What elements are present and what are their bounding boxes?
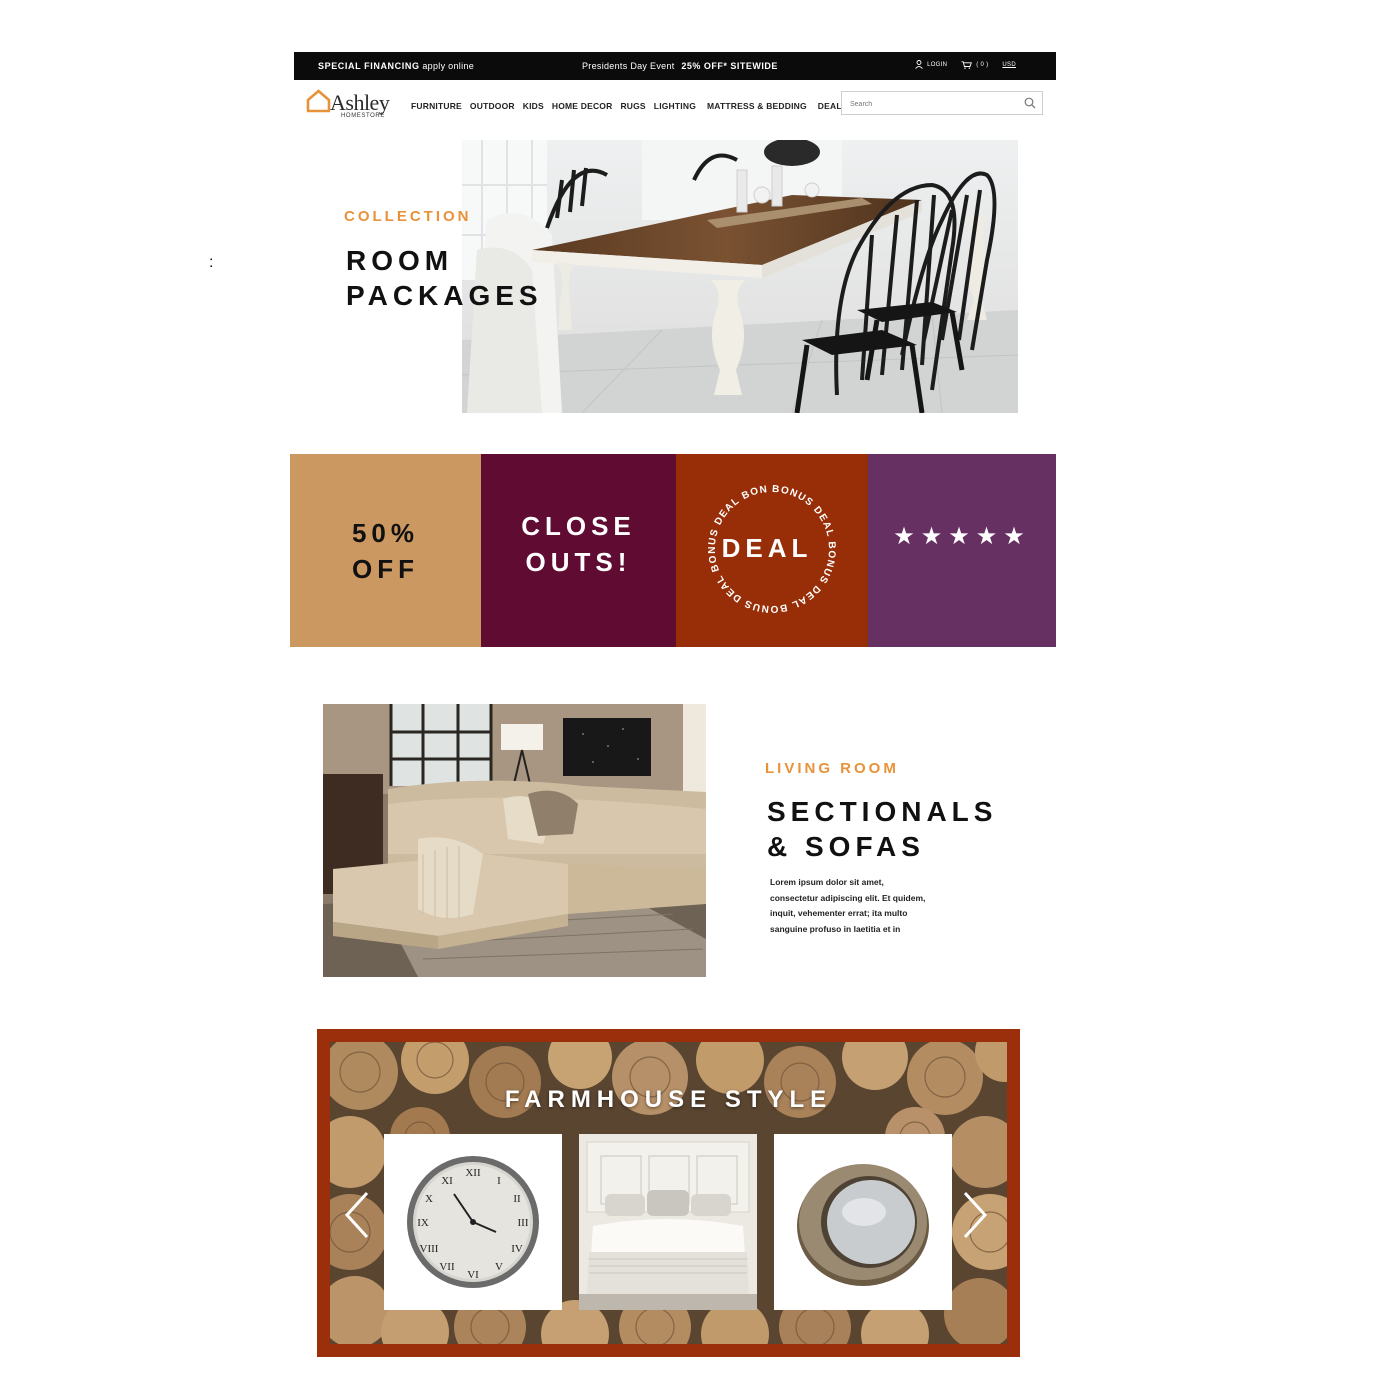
promo-bar: SPECIAL FINANCING apply online President… [294,52,1056,80]
hero-title-line2: PACKAGES [346,280,543,311]
dining-room-image[interactable] [462,140,1018,413]
bonus-deal-badge: BONUS DEAL BONUS DEAL BONUS DEAL BONUS D… [676,454,836,614]
user-icon [915,60,923,69]
svg-text:I: I [497,1175,501,1187]
nav-furniture[interactable]: FURNITURE [411,101,462,111]
login-link[interactable]: LOGIN [915,60,947,69]
carousel-next-icon[interactable] [960,1190,990,1240]
event-offer: 25% OFF* SITEWIDE [681,61,778,71]
living-title-line2: & SOFAS [767,831,925,862]
hero-title[interactable]: ROOM PACKAGES [346,243,543,313]
search-icon[interactable] [1024,97,1036,109]
farmhouse-carousel: FARMHOUSE STYLE XII VI III IX I II IV V VII VII… [317,1029,1020,1357]
hero-title-line1: ROOM [346,245,454,276]
hero-kicker: COLLECTION [344,208,472,225]
nav-mattress-bedding[interactable]: MATTRESS & BEDDING [707,101,807,111]
ashley-logo[interactable]: Ashley HOMESTORE [306,88,402,124]
nav-kids[interactable]: KIDS [523,101,544,111]
promo-closeouts[interactable]: CLOSE OUTS! [481,454,676,647]
svg-text:VIII: VIII [420,1243,439,1255]
promo-bonus-deal[interactable]: BONUS DEAL BONUS DEAL BONUS DEAL BONUS D… [676,454,868,647]
svg-text:XII: XII [465,1167,481,1179]
login-label: LOGIN [927,61,948,68]
event-name: Presidents Day Event [582,61,675,71]
house-logo-icon [306,89,331,113]
clock-icon: XIIVIIIIIX IIIIVV VIIVIIIXXI [407,1156,539,1288]
living-body-line3: inquit, vehementer errat; ita multo [770,908,908,918]
svg-text:IV: IV [511,1243,523,1255]
promo-50-off-text: 50% OFF [352,515,419,587]
promo-five-star[interactable]: ★★★★★ [868,454,1056,647]
promo-closeouts-line1: CLOSE [521,510,636,541]
financing-link[interactable]: SPECIAL FINANCING apply online [318,61,474,71]
promo-closeouts-text: CLOSE OUTS! [521,508,636,580]
nav-home-decor[interactable]: HOME DECOR [552,101,613,111]
cart-link[interactable]: ( 0 ) [961,60,989,69]
nav-outdoor[interactable]: OUTDOOR [470,101,515,111]
financing-rest: apply online [422,61,474,71]
bed-icon [579,1134,757,1310]
promo-closeouts-line2: OUTS! [525,546,632,577]
stray-colon: : [209,254,214,271]
promo-50-off[interactable]: 50% OFF [290,454,481,647]
five-star-rating: ★★★★★ [893,523,1031,550]
product-card-mirror[interactable] [774,1134,952,1310]
svg-text:II: II [513,1193,521,1205]
cart-icon [961,60,973,69]
living-body-line4: sanguine profuso in laetitia et in [770,923,901,934]
living-room-kicker: LIVING ROOM [765,760,899,777]
svg-text:V: V [495,1261,503,1273]
main-nav: FURNITURE OUTDOOR KIDS HOME DECOR RUGS L… [411,101,848,111]
event-banner[interactable]: Presidents Day Event 25% OFF* SITEWIDE [582,61,778,71]
utility-links: LOGIN ( 0 ) USD [915,60,1016,69]
product-card-bed[interactable] [579,1134,757,1310]
svg-text:IX: IX [417,1217,429,1229]
svg-text:X: X [425,1193,433,1205]
svg-text:III: III [518,1217,529,1229]
nav-lighting[interactable]: LIGHTING [654,101,696,111]
financing-bold: SPECIAL FINANCING [318,61,420,71]
logo-sub: HOMESTORE [341,113,385,119]
nav-rugs[interactable]: RUGS [620,101,645,111]
living-room-title[interactable]: SECTIONALS & SOFAS [767,794,997,864]
cart-count: ( 0 ) [976,61,989,68]
svg-text:VI: VI [467,1269,479,1281]
svg-text:VII: VII [439,1261,455,1273]
living-body-line1: Lorem ipsum dolor sit amet, [770,877,884,887]
deal-label: DEAL [722,533,813,563]
svg-text:XI: XI [441,1175,453,1187]
carousel-prev-icon[interactable] [342,1190,372,1240]
farmhouse-title: FARMHOUSE STYLE [504,1086,833,1113]
living-body-line2: consectetur adipiscing elit. Et quidem, [770,892,926,903]
currency-selector[interactable]: USD [1002,62,1016,68]
product-card-wall-clock[interactable]: XII VI III IX I II IV V VII VIII X XI [384,1134,562,1310]
dining-illustration [462,140,1018,413]
promo-50-line2: OFF [351,553,419,584]
round-mirror-icon [797,1164,929,1286]
farmhouse-panel: FARMHOUSE STYLE XII VI III IX I II IV V VII VII… [330,1042,1007,1344]
search-box [841,91,1043,115]
living-title-line1: SECTIONALS [767,796,998,827]
search-input[interactable] [848,96,1022,112]
living-room-description: Lorem ipsum dolor sit amet, consectetur … [770,875,940,937]
living-room-image[interactable] [323,704,706,977]
sectional-illustration [323,704,706,977]
promo-50-line1: 50% [351,517,420,548]
